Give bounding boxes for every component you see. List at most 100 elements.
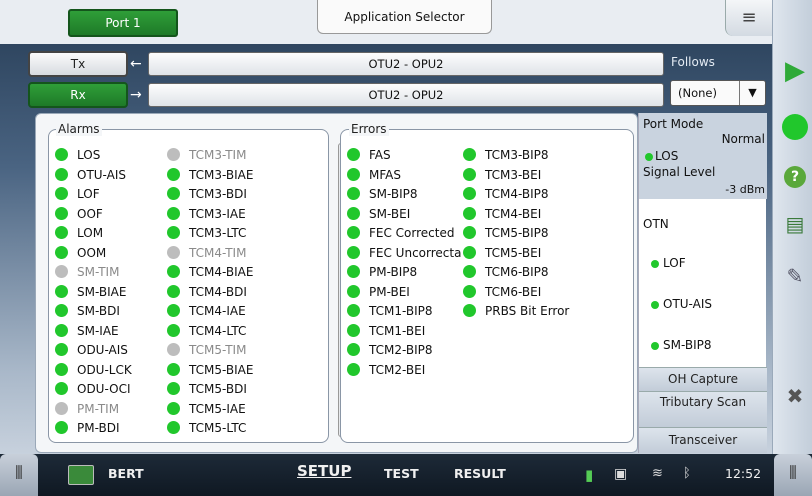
item-label: SM-IAE — [77, 323, 119, 338]
status-led-on-icon — [347, 304, 360, 317]
status-led-on-icon — [55, 343, 68, 356]
item-label: TCM3-BIP8 — [485, 148, 549, 162]
tx-path-field[interactable]: OTU2 - OPU2 — [148, 52, 664, 76]
help-icon[interactable]: ? — [780, 162, 810, 192]
tab-setup[interactable]: SETUP — [297, 462, 351, 480]
status-led-off-icon — [55, 401, 68, 415]
status-led-on-icon — [463, 265, 476, 278]
item-label: PM-BEI — [369, 284, 410, 299]
application-selector-button[interactable]: Application Selector — [317, 0, 492, 34]
status-led-on-icon — [347, 343, 360, 356]
status-led-on-icon — [55, 323, 68, 337]
status-led-off-icon — [55, 265, 68, 278]
status-led-on-icon — [167, 362, 180, 376]
item-label: TCM4-IAE — [189, 304, 246, 318]
item-label: OTU-AIS — [77, 167, 126, 182]
item-label: SM-BEI — [369, 206, 411, 221]
dropdown-arrow-icon: ▼ — [739, 81, 765, 105]
status-led-on-icon — [55, 245, 68, 259]
los-label: LOS — [655, 149, 679, 163]
status-led-on-icon — [167, 206, 180, 220]
status-led-on-icon — [167, 421, 180, 434]
item-label: TCM3-BIAE — [189, 167, 254, 182]
item-label: SM-BIP8 — [369, 187, 418, 201]
port-tab[interactable]: Port 1 — [68, 9, 178, 37]
status-led-on-icon — [55, 167, 68, 181]
status-led-on-icon — [167, 382, 180, 395]
rx-button[interactable]: Rx — [28, 82, 128, 108]
item-label: TCM4-BIAE — [189, 265, 254, 279]
otn-sm-bip8-indicator-icon — [651, 342, 659, 350]
item-label: PM-BDI — [77, 421, 120, 435]
status-led-on-icon — [347, 362, 360, 376]
errors-title: Errors — [349, 122, 389, 136]
status-led-on-icon — [347, 323, 360, 337]
status-led-on-icon — [167, 226, 180, 239]
clock: 12:52 — [725, 466, 762, 481]
otn-sm-bip8-label: SM-BIP8 — [663, 338, 712, 352]
chart-report-icon[interactable]: ▤ — [780, 212, 810, 242]
item-label: TCM4-TIM — [189, 245, 247, 260]
otn-lof-label: LOF — [663, 256, 686, 270]
item-label: FEC Uncorrecta — [369, 245, 462, 260]
item-label: TCM5-TIM — [189, 343, 247, 357]
transceiver-button[interactable]: Transceiver — [639, 427, 767, 453]
otn-otu-ais-label: OTU-AIS — [663, 297, 712, 311]
right-handle-icon[interactable]: ⦀ — [774, 454, 812, 496]
alarms-errors-panel: LOS OTU-AIS LOF OOF LOM OOM SM-TIM SM-BIAE SM-BD… — [35, 113, 638, 453]
rx-path-field[interactable]: OTU2 - OPU2 — [148, 83, 664, 107]
status-led-on-icon — [167, 323, 180, 337]
app-name: BERT — [108, 466, 144, 481]
status-led-on-icon — [55, 382, 68, 395]
item-label: ODU-OCI — [77, 382, 131, 396]
arrow-left-icon: ← — [130, 56, 142, 72]
status-led-on-icon — [347, 148, 360, 161]
battery-icon: ▮ — [585, 466, 594, 484]
signal-level-label: Signal Level — [643, 165, 716, 179]
item-label: TCM2-BEI — [369, 362, 426, 377]
item-label: TCM5-BDI — [189, 382, 247, 396]
tx-button[interactable]: Tx — [28, 51, 128, 77]
status-led-on-icon — [167, 265, 180, 278]
item-label: LOS — [77, 148, 101, 162]
item-label: PM-TIM — [77, 401, 120, 416]
status-side-panel: Port Mode Normal LOS Signal Level -3 dBm… — [638, 113, 767, 453]
signal-level-value: -3 dBm — [725, 183, 765, 196]
item-label: SM-BDI — [77, 304, 120, 318]
tributary-scan-button[interactable]: Tributary Scan — [639, 391, 767, 427]
status-led-on-icon — [463, 167, 476, 181]
tools-icon[interactable]: ✖ — [780, 384, 810, 414]
item-label: SM-TIM — [77, 265, 120, 279]
item-label: TCM6-BEI — [485, 284, 542, 299]
status-led-on-icon — [347, 265, 360, 278]
status-led-on-icon — [463, 284, 476, 298]
port-mode-value: Normal — [721, 132, 765, 146]
bluetooth-icon: ᛒ — [683, 466, 691, 481]
left-handle-icon[interactable]: ⦀ — [0, 454, 38, 496]
tab-result[interactable]: RESULT — [454, 466, 506, 481]
item-label: TCM5-BIAE — [189, 362, 254, 377]
item-label: TCM4-BEI — [485, 206, 542, 221]
follows-select[interactable]: (None) ▼ — [670, 80, 766, 106]
item-label: PRBS Bit Error — [485, 304, 570, 318]
status-led-on-icon — [55, 421, 68, 434]
follows-value: (None) — [678, 86, 717, 100]
status-led-on-icon — [347, 245, 360, 259]
menu-icon[interactable]: ≡ — [725, 0, 772, 36]
record-icon[interactable] — [780, 112, 810, 142]
status-led-off-icon — [167, 148, 180, 161]
item-label: TCM1-BIP8 — [369, 304, 433, 318]
play-icon[interactable]: ▶ — [780, 56, 810, 86]
tab-test[interactable]: TEST — [384, 466, 419, 481]
edit-notes-icon[interactable]: ✎ — [780, 264, 810, 294]
status-led-on-icon — [347, 284, 360, 298]
item-label: TCM5-BIP8 — [485, 226, 549, 240]
status-led-on-icon — [167, 187, 180, 200]
item-label: TCM3-LTC — [189, 226, 247, 240]
arrow-right-icon: → — [130, 87, 142, 103]
item-label: SM-BIAE — [77, 284, 127, 299]
oh-capture-button[interactable]: OH Capture — [639, 367, 767, 391]
status-led-on-icon — [463, 226, 476, 239]
status-led-on-icon — [347, 187, 360, 200]
status-led-on-icon — [167, 284, 180, 298]
